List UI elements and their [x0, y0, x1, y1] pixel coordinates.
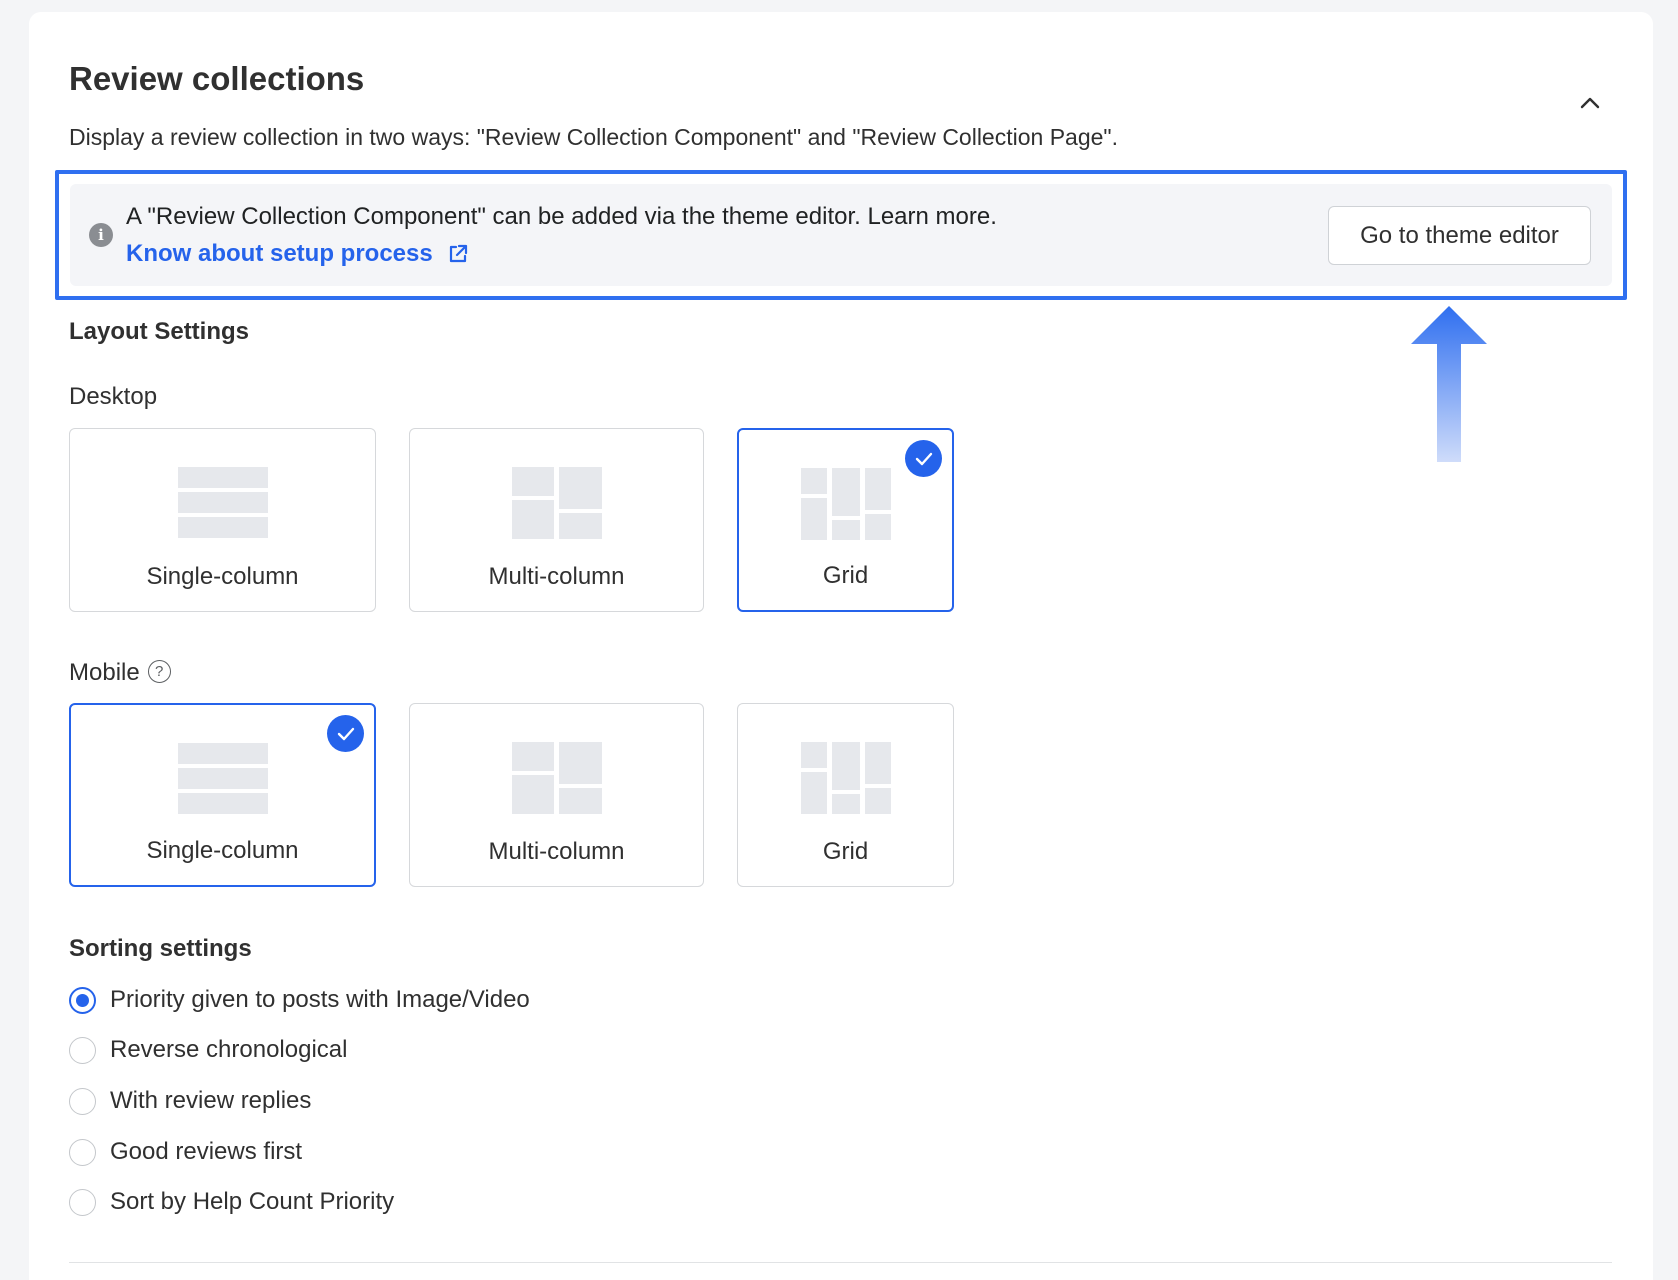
desktop-option-grid[interactable]: Grid	[737, 428, 954, 612]
desktop-option-single-column[interactable]: Single-column	[69, 428, 376, 612]
help-icon[interactable]: ?	[147, 660, 171, 684]
mobile-option-grid[interactable]: Grid	[737, 703, 954, 887]
radio-label: Reverse chronological	[110, 1036, 348, 1063]
single-column-layout-icon	[177, 467, 268, 538]
multi-column-layout-icon	[511, 742, 602, 814]
chevron-up-icon	[1580, 97, 1600, 109]
banner-text: A "Review Collection Component" can be a…	[126, 203, 997, 230]
go-to-theme-editor-button[interactable]: Go to theme editor	[1328, 206, 1591, 265]
radio-button[interactable]	[69, 986, 96, 1014]
option-label: Single-column	[146, 563, 299, 590]
option-label: Multi-column	[488, 563, 625, 590]
sort-option-help-count[interactable]: Sort by Help Count Priority	[69, 1187, 394, 1217]
radio-label: Sort by Help Count Priority	[110, 1188, 395, 1215]
radio-label: Priority given to posts with Image/Video	[110, 986, 530, 1013]
mobile-label: Mobile	[69, 659, 140, 686]
grid-layout-icon	[800, 468, 891, 540]
option-label: Multi-column	[488, 838, 625, 865]
mobile-option-single-column[interactable]: Single-column	[69, 703, 376, 887]
radio-label: Good reviews first	[110, 1138, 303, 1165]
collapse-button[interactable]	[1575, 88, 1605, 118]
mobile-label-row: Mobile?	[69, 659, 171, 687]
setup-process-link-label[interactable]: Know about setup process	[126, 240, 433, 268]
option-label: Grid	[822, 838, 869, 865]
section-subtitle: Display a review collection in two ways:…	[69, 124, 1118, 150]
radio-label: With review replies	[110, 1087, 312, 1114]
multi-column-layout-icon	[511, 467, 602, 539]
divider	[69, 1262, 1612, 1263]
desktop-option-multi-column[interactable]: Multi-column	[409, 428, 704, 612]
grid-layout-icon	[800, 742, 891, 814]
external-link-icon	[449, 244, 467, 263]
desktop-label: Desktop	[69, 383, 158, 410]
setup-process-link[interactable]: Know about setup process	[126, 240, 469, 268]
radio-button[interactable]	[69, 1138, 96, 1166]
mobile-option-multi-column[interactable]: Multi-column	[409, 703, 704, 887]
sort-option-review-replies[interactable]: With review replies	[69, 1086, 311, 1116]
info-icon: i	[89, 223, 113, 247]
selected-check-icon	[905, 440, 942, 477]
sort-option-good-reviews-first[interactable]: Good reviews first	[69, 1137, 302, 1167]
option-label: Grid	[822, 562, 869, 589]
single-column-layout-icon	[177, 743, 268, 814]
sort-option-image-video[interactable]: Priority given to posts with Image/Video	[69, 985, 530, 1015]
arrow-up-icon	[1411, 306, 1487, 462]
selected-check-icon	[327, 715, 364, 752]
layout-settings-heading: Layout Settings	[69, 318, 250, 345]
option-label: Single-column	[146, 837, 299, 864]
sorting-settings-heading: Sorting settings	[69, 935, 252, 962]
section-title: Review collections	[69, 60, 365, 97]
radio-button[interactable]	[69, 1188, 96, 1216]
sort-option-reverse-chronological[interactable]: Reverse chronological	[69, 1035, 347, 1065]
radio-button[interactable]	[69, 1087, 96, 1115]
radio-button[interactable]	[69, 1036, 96, 1064]
